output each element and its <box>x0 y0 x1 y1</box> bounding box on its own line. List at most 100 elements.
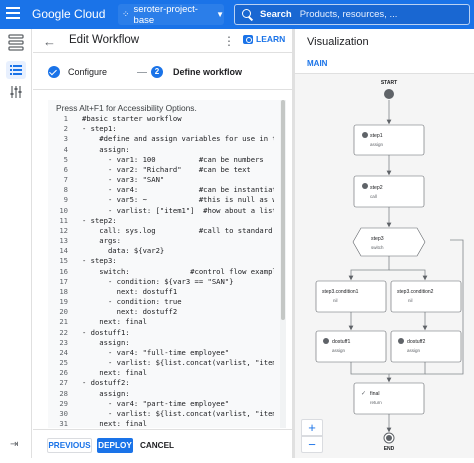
line-number: 18 <box>59 286 68 296</box>
node-step2: step2 call <box>353 175 425 208</box>
workflow-canvas[interactable]: START step1 assign step2 call step3 swit… <box>295 74 474 458</box>
zoom-out-button[interactable]: − <box>301 436 323 453</box>
node-step3: step3 switch <box>352 227 426 257</box>
code-line[interactable]: 12 call: sys.log #call to standard libr <box>48 226 274 236</box>
svg-text:step1: step1 <box>370 133 383 139</box>
code-line[interactable]: 15 - step3: <box>48 256 274 266</box>
code-line[interactable]: 28 assign: <box>48 389 274 399</box>
code-line[interactable]: 16 switch: #control flow example <box>48 267 274 277</box>
svg-text:step3.condition2: step3.condition2 <box>397 289 434 295</box>
zoom-in-button[interactable]: + <box>301 419 323 436</box>
code-line[interactable]: 14 data: ${var2} <box>48 246 274 256</box>
start-node <box>384 89 394 99</box>
code-text: next: final <box>82 419 147 426</box>
editor-scrollbar[interactable] <box>280 100 286 428</box>
settings-sliders-icon[interactable] <box>6 83 26 101</box>
node-dostuff2: dostuff2 assign <box>390 330 462 363</box>
svg-text:assign: assign <box>407 348 421 353</box>
code-line[interactable]: 26 next: final <box>48 368 274 378</box>
expand-rail-icon[interactable]: ⇥ <box>10 439 18 450</box>
step-number-badge: 2 <box>151 66 163 78</box>
code-line[interactable]: 10 - varlist: ["item1"] #how about a lis… <box>48 206 274 216</box>
workflows-icon[interactable] <box>6 33 26 51</box>
step-configure[interactable]: Configure <box>68 67 107 77</box>
code-text: switch: #control flow example <box>82 266 274 276</box>
code-line[interactable]: 24 - var4: "full-time employee" <box>48 348 274 358</box>
line-number: 29 <box>59 398 68 408</box>
line-number: 28 <box>59 388 68 398</box>
code-line[interactable]: 7 - var3: "SAN" <box>48 175 274 185</box>
deploy-button[interactable]: DEPLOY <box>97 438 133 453</box>
svg-text:final: final <box>370 391 380 397</box>
line-number: 11 <box>59 215 68 225</box>
code-line[interactable]: 9 - var5: ~ #this is null as well <box>48 195 274 205</box>
line-number: 20 <box>59 307 68 317</box>
code-line[interactable]: 18 next: dostuff1 <box>48 287 274 297</box>
project-name: seroter-project-base <box>133 3 198 26</box>
end-node <box>386 435 392 441</box>
code-line[interactable]: 4 assign: <box>48 145 274 155</box>
code-line[interactable]: 5 - var1: 100 #can be numbers <box>48 155 274 165</box>
more-vert-icon[interactable]: ⋮ <box>223 34 235 48</box>
code-line[interactable]: 1 #basic starter workflow <box>48 114 274 124</box>
code-lines[interactable]: 1 #basic starter workflow 2- step1: 3 #defi… <box>48 114 274 426</box>
node-dostuff1: dostuff1 assign <box>315 330 387 363</box>
step-define-workflow[interactable]: Define workflow <box>173 67 242 77</box>
back-arrow-icon[interactable]: ← <box>43 34 56 49</box>
svg-text:nil: nil <box>408 298 413 303</box>
code-line[interactable]: 31 next: final <box>48 419 274 426</box>
brand-logo[interactable]: Google Cloud <box>32 7 105 21</box>
code-line[interactable]: 25 - varlist: ${list.concat(varlist, "it… <box>48 358 274 368</box>
code-text: assign: <box>82 144 130 154</box>
menu-icon[interactable] <box>6 7 20 21</box>
list-icon[interactable] <box>6 61 26 79</box>
code-line[interactable]: 21 next: final <box>48 317 274 327</box>
code-line[interactable]: 17 - condition: ${var3 == "SAN"} <box>48 277 274 287</box>
code-text: - step2: <box>82 215 117 225</box>
code-line[interactable]: 8 - var4: #can be instantiated a <box>48 185 274 195</box>
project-selector[interactable]: ⁘ seroter-project-base ▼ <box>118 3 224 26</box>
svg-text:call: call <box>370 194 377 199</box>
code-text: - varlist: ${list.concat(varlist, "item3… <box>82 408 274 418</box>
code-line[interactable]: 23 assign: <box>48 338 274 348</box>
line-number: 3 <box>63 134 68 144</box>
line-number: 27 <box>59 378 68 388</box>
code-line[interactable]: 30 - varlist: ${list.concat(varlist, "it… <box>48 409 274 419</box>
code-line[interactable]: 19 - condition: true <box>48 297 274 307</box>
line-number: 21 <box>59 317 68 327</box>
node-step1: step1 assign <box>353 124 425 156</box>
learn-button[interactable]: LEARN <box>243 34 285 44</box>
code-text: - var2: "Richard" #can be text <box>82 164 251 174</box>
code-line[interactable]: 29 - var4: "part-time employee" <box>48 399 274 409</box>
line-number: 4 <box>63 144 68 154</box>
svg-text:step3: step3 <box>371 236 384 242</box>
code-line[interactable]: 2 - step1: <box>48 124 274 134</box>
search-label: Search <box>260 9 292 20</box>
code-line[interactable]: 22 - dostuff1: <box>48 328 274 338</box>
code-line[interactable]: 6 - var2: "Richard" #can be text <box>48 165 274 175</box>
visualization-panel: Visualization MAIN START step1 assign st… <box>295 29 474 458</box>
code-line[interactable]: 20 next: dostuff2 <box>48 307 274 317</box>
line-number: 14 <box>59 246 68 256</box>
code-text: - varlist: ["item1"] #how about a list t… <box>107 205 274 215</box>
editor-header: ← Edit Workflow ⋮ LEARN <box>33 29 292 53</box>
scrollbar-thumb[interactable] <box>281 100 285 320</box>
code-text: next: dostuff1 <box>82 286 178 296</box>
code-text: - dostuff1: <box>82 327 130 337</box>
chevron-down-icon: ▼ <box>216 10 224 19</box>
code-line[interactable]: 13 args: <box>48 236 274 246</box>
code-line[interactable]: 3 #define and assign variables for use i… <box>48 134 274 144</box>
cancel-button[interactable]: CANCEL <box>140 438 174 453</box>
code-line[interactable]: 27 - dostuff2: <box>48 378 274 388</box>
previous-button[interactable]: PREVIOUS <box>47 438 92 453</box>
code-text: - varlist: ${list.concat(varlist, "item2… <box>82 358 274 368</box>
svg-text:return: return <box>370 400 382 405</box>
search-input[interactable]: Search Products, resources, ... <box>234 4 470 25</box>
svg-text:switch: switch <box>371 245 384 250</box>
page-title: Edit Workflow <box>69 34 140 46</box>
svg-text:dostuff1: dostuff1 <box>332 339 350 345</box>
line-number: 16 <box>59 266 68 276</box>
code-line[interactable]: 11 - step2: <box>48 216 274 226</box>
workflow-graph: START step1 assign step2 call step3 swit… <box>315 80 464 452</box>
line-number: 15 <box>59 256 68 266</box>
